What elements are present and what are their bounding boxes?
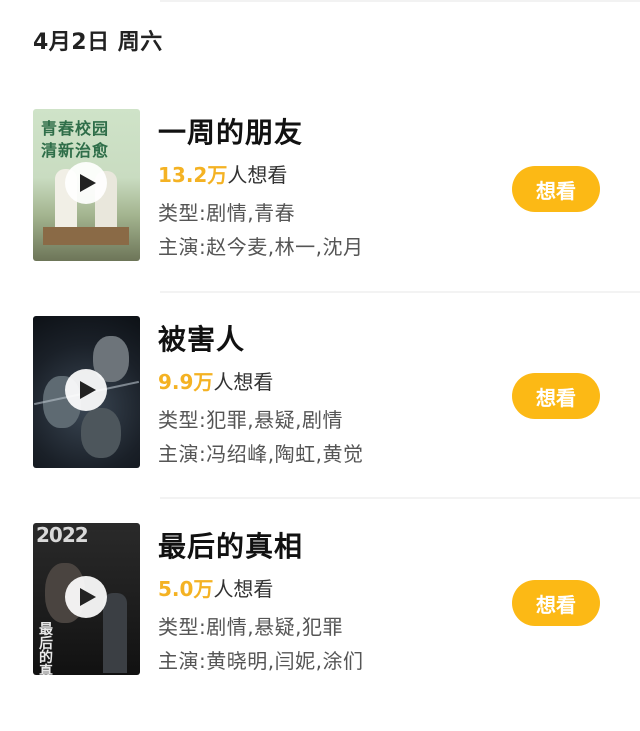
movie-poster[interactable]: 青春校园 清新治愈: [33, 109, 140, 261]
movie-genre: 类型:剧情,悬疑,犯罪: [158, 615, 343, 639]
want-to-watch-button[interactable]: 想看: [512, 166, 600, 212]
movie-genre: 类型:犯罪,悬疑,剧情: [158, 408, 343, 432]
wish-count: 5.0万人想看: [158, 573, 273, 602]
wish-suffix: 人想看: [213, 577, 274, 601]
movie-cast: 主演:黄晓明,闫妮,涂们: [158, 649, 364, 673]
movie-title[interactable]: 最后的真相: [158, 525, 303, 565]
row-divider: [160, 497, 640, 499]
wish-count: 9.9万人想看: [158, 366, 273, 395]
poster-desk: [43, 227, 129, 245]
movie-genre: 类型:剧情,青春: [158, 201, 296, 225]
wish-count: 13.2万人想看: [158, 159, 287, 188]
play-icon[interactable]: [65, 369, 107, 411]
want-to-watch-button[interactable]: 想看: [512, 373, 600, 419]
play-icon[interactable]: [65, 576, 107, 618]
poster-figure: [81, 408, 121, 458]
poster-year: 2022: [36, 523, 89, 547]
movie-title[interactable]: 被害人: [158, 318, 245, 358]
wish-number: 5.0万: [158, 577, 214, 601]
poster-figure: [103, 593, 127, 673]
want-to-watch-button[interactable]: 想看: [512, 580, 600, 626]
top-divider: [160, 0, 640, 2]
movie-item[interactable]: 被害人 9.9万人想看 类型:犯罪,悬疑,剧情 主演:冯绍峰,陶虹,黄觉 想看: [0, 316, 640, 524]
poster-text: 清新治愈: [41, 141, 110, 160]
movie-cast: 主演:冯绍峰,陶虹,黄觉: [158, 442, 364, 466]
wish-number: 9.9万: [158, 370, 214, 394]
row-divider: [160, 291, 640, 293]
movie-title[interactable]: 一周的朋友: [158, 111, 303, 151]
wish-suffix: 人想看: [227, 163, 288, 187]
wish-suffix: 人想看: [213, 370, 274, 394]
movie-cast: 主演:赵今麦,林一,沈月: [158, 235, 364, 259]
movie-poster[interactable]: 2022 最后的真相: [33, 523, 140, 675]
poster-text: 青春校园: [41, 119, 110, 138]
movie-item[interactable]: 青春校园 清新治愈 一周的朋友 13.2万人想看 类型:剧情,青春 主演:赵今麦…: [0, 109, 640, 317]
play-icon[interactable]: [65, 162, 107, 204]
date-header: 4月2日 周六: [33, 30, 163, 55]
movie-poster[interactable]: [33, 316, 140, 468]
movie-item[interactable]: 2022 最后的真相 最后的真相 5.0万人想看 类型:剧情,悬疑,犯罪 主演:…: [0, 523, 640, 731]
poster-title-text: 最后的真相: [39, 622, 53, 675]
wish-number: 13.2万: [158, 163, 228, 187]
